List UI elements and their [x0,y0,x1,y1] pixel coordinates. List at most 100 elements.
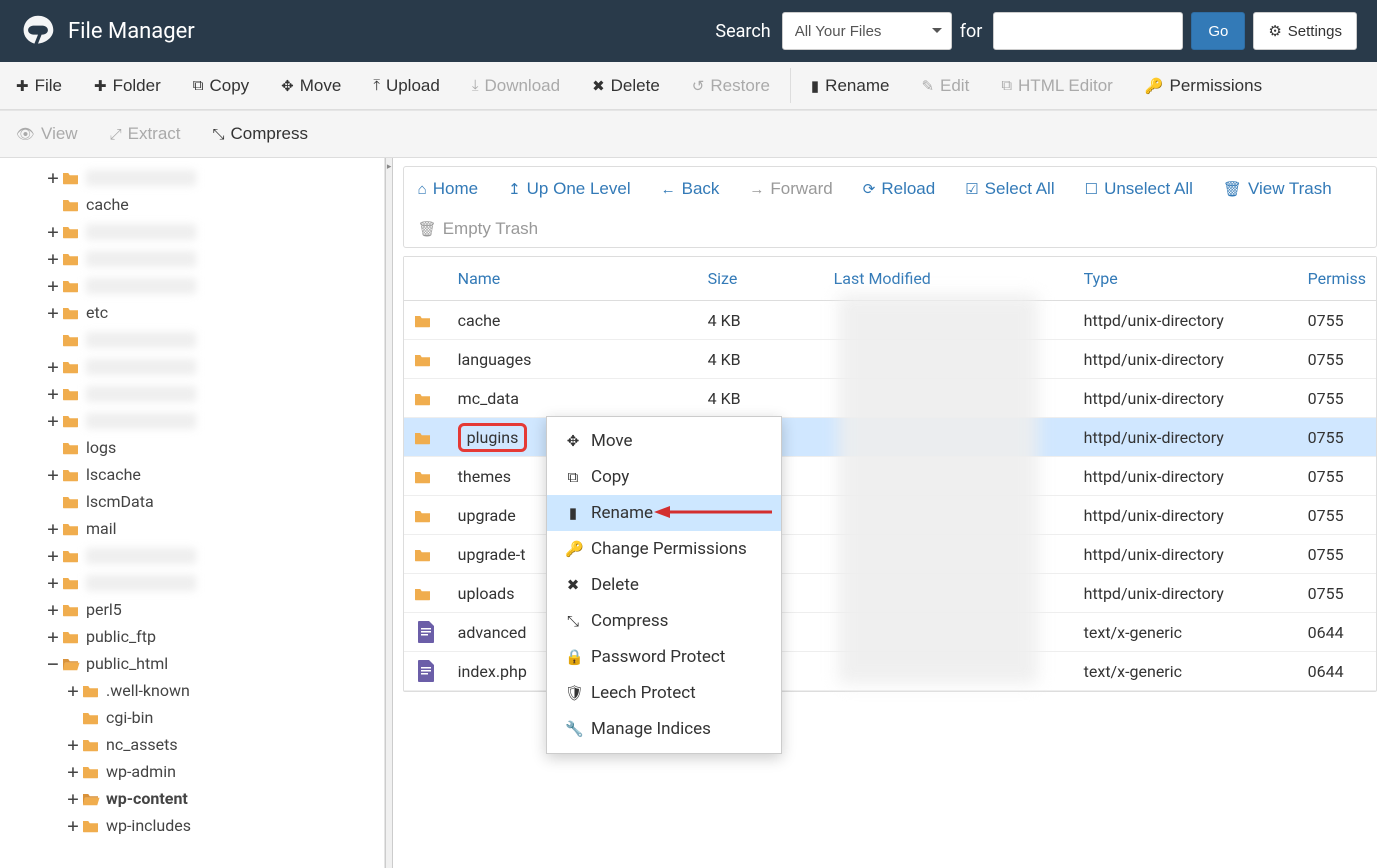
tree-node[interactable]: −public_html [0,650,384,677]
tree-node[interactable]: + [0,542,384,569]
tree-node[interactable]: +nc_assets [0,731,384,758]
tree-toggle[interactable]: + [46,468,60,482]
tree-node[interactable]: + [0,407,384,434]
ctx-copy[interactable]: ⧉Copy [547,459,781,495]
tree-node[interactable]: + [0,326,384,353]
tree-node[interactable]: + [0,218,384,245]
go-button[interactable]: Go [1191,12,1245,50]
tree-label [86,575,196,591]
ctx-password-protect[interactable]: 🔒Password Protect [547,639,781,675]
tree-node[interactable]: + [0,353,384,380]
tree-toggle[interactable]: + [46,360,60,374]
search-label: Search [715,21,770,42]
ctx-rename[interactable]: ▮Rename [547,495,781,531]
home-button[interactable]: ⌂Home [418,175,478,203]
view-trash-button[interactable]: 🗑View Trash [1223,175,1332,203]
col-type[interactable]: Type [1074,257,1298,300]
ctx-change-permissions[interactable]: 🔑Change Permissions [547,531,781,567]
app-header: File Manager Search All Your Files for G… [0,0,1377,62]
tree-label: wp-admin [106,762,176,781]
tree-toggle[interactable]: + [46,171,60,185]
ctx-label: Change Permissions [591,539,747,559]
ctx-compress[interactable]: ⤡Compress [547,603,781,639]
restore-button: ↺Restore [676,62,786,109]
tree-toggle[interactable]: + [46,306,60,320]
tree-node[interactable]: +perl5 [0,596,384,623]
tree-toggle[interactable]: + [46,414,60,428]
copy-button[interactable]: ⧉Copy [177,62,265,109]
rename-button[interactable]: ▮Rename [795,62,906,109]
ctx-move[interactable]: ✥Move [547,423,781,459]
tree-node[interactable]: + [0,245,384,272]
file-icon [404,620,448,644]
tree-node[interactable]: +wp-includes [0,812,384,839]
rename-icon: ▮ [565,504,581,522]
ctx-manage-indices[interactable]: 🔧Manage Indices [547,711,781,747]
file-icon [404,659,448,683]
permissions-button[interactable]: 🔑Permissions [1129,62,1278,109]
tree-node[interactable]: +lscmData [0,488,384,515]
up-button[interactable]: ↥Up One Level [508,175,631,203]
unselect-all-button[interactable]: ☐Unselect All [1085,175,1193,203]
tree-toggle[interactable]: + [46,252,60,266]
tree-toggle[interactable]: + [66,684,80,698]
upload-icon: ⤒ [373,77,380,94]
tree-node[interactable]: +logs [0,434,384,461]
ctx-leech-protect[interactable]: 🛡Leech Protect [547,675,781,711]
search-input[interactable] [993,12,1183,50]
tree-toggle[interactable]: + [66,792,80,806]
folder-icon [404,586,448,601]
folder-icon [61,602,80,617]
tree-toggle[interactable]: + [46,225,60,239]
trash-icon: 🗑 [1223,180,1242,198]
tree-toggle[interactable]: + [66,765,80,779]
tree-toggle[interactable]: + [46,630,60,644]
tree-node[interactable]: + [0,380,384,407]
key-icon: 🔑 [1145,77,1164,95]
col-size[interactable]: Size [698,257,824,300]
folder-icon [61,332,80,347]
settings-button[interactable]: ⚙ Settings [1253,12,1357,50]
app-logo: File Manager [20,13,195,49]
tree-node[interactable]: +etc [0,299,384,326]
tree-toggle[interactable]: + [46,576,60,590]
tree-toggle[interactable]: − [46,657,60,671]
tree-toggle[interactable]: + [66,819,80,833]
tree-node[interactable]: + wp-content [0,785,384,812]
tree-toggle[interactable]: + [66,738,80,752]
tree-toggle[interactable]: + [46,549,60,563]
tree-node[interactable]: + [0,272,384,299]
tree-node[interactable]: +.well-known [0,677,384,704]
folder-button[interactable]: ✚Folder [78,62,177,109]
tree-toggle[interactable]: + [46,279,60,293]
delete-button[interactable]: ✖Delete [576,62,676,109]
ctx-delete[interactable]: ✖Delete [547,567,781,603]
tree-node[interactable]: +lscache [0,461,384,488]
tree-node[interactable]: + [0,569,384,596]
tree-sidebar[interactable]: ++cache++++etc+++++logs+lscache+lscmData… [0,158,385,868]
back-button[interactable]: ←Back [661,175,720,203]
tree-node[interactable]: + [0,164,384,191]
tree-node[interactable]: +cgi-bin [0,704,384,731]
folder-icon [404,391,448,406]
tree-node[interactable]: + wp-admin [0,758,384,785]
tree-node[interactable]: +mail [0,515,384,542]
compress-button[interactable]: ⤡Compress [197,111,324,157]
select-all-button[interactable]: ☑Select All [965,175,1054,203]
plus-icon: ✚ [16,77,29,95]
tree-label: wp-content [106,789,188,808]
move-button[interactable]: ✥Move [265,62,357,109]
col-permissions[interactable]: Permiss [1298,257,1376,300]
pane-resizer[interactable] [385,158,393,868]
tree-node[interactable]: +cache [0,191,384,218]
upload-button[interactable]: ⤒Upload [357,62,456,109]
cell-permissions: 0644 [1298,662,1358,681]
tree-toggle[interactable]: + [46,522,60,536]
search-scope-select[interactable]: All Your Files [782,12,952,50]
tree-node[interactable]: +public_ftp [0,623,384,650]
tree-toggle[interactable]: + [46,387,60,401]
file-button[interactable]: ✚File [0,62,78,109]
col-name[interactable]: Name [448,257,698,300]
reload-button[interactable]: ⟳Reload [863,175,935,203]
tree-toggle[interactable]: + [46,603,60,617]
